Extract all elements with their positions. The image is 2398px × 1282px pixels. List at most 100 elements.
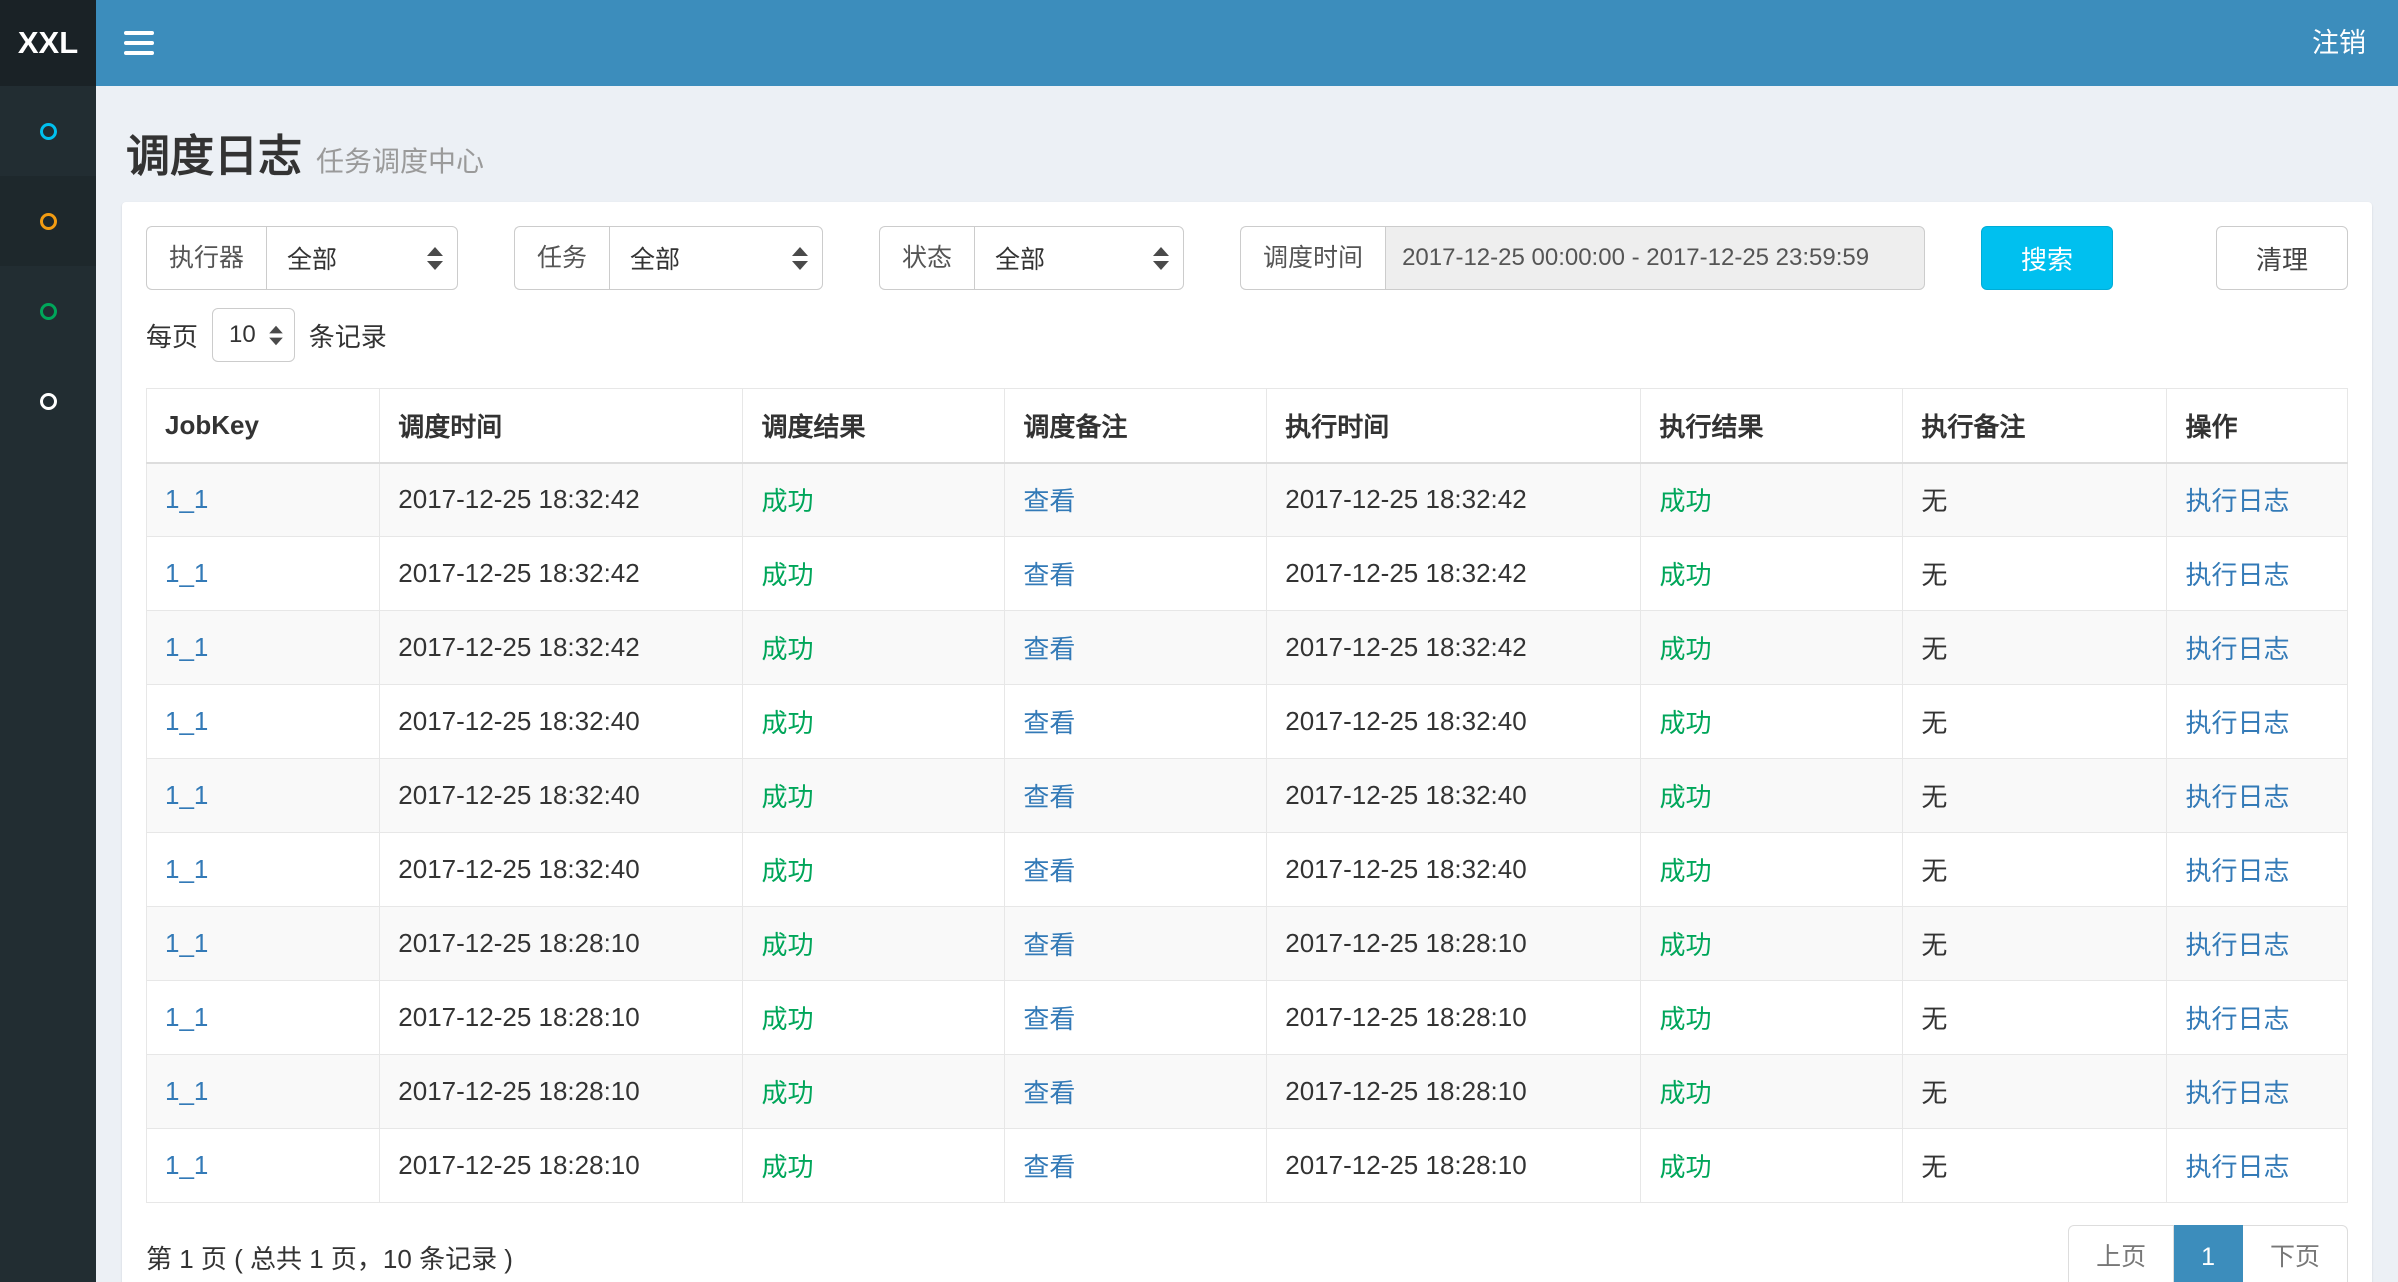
- select-arrows-icon: [1153, 247, 1169, 270]
- column-header: JobKey: [147, 389, 380, 463]
- handle-time-cell: 2017-12-25 18:28:10: [1267, 1129, 1641, 1203]
- sidebar-item-1[interactable]: [0, 86, 96, 176]
- execution-log-link[interactable]: 执行日志: [2185, 1078, 2289, 1108]
- status-filter-label: 状态: [879, 226, 974, 290]
- trigger-time-cell: 2017-12-25 18:32:40: [380, 759, 743, 833]
- trigger-msg-link[interactable]: 查看: [1023, 1004, 1075, 1034]
- job-key-link-cell: 1_1: [147, 1129, 380, 1203]
- job-select[interactable]: 全部: [609, 226, 823, 290]
- select-arrows-icon: [792, 247, 808, 270]
- trigger-time-cell: 2017-12-25 18:28:10: [380, 1055, 743, 1129]
- executor-select[interactable]: 全部: [266, 226, 458, 290]
- execution-log-link[interactable]: 执行日志: [2185, 930, 2289, 960]
- logout-link[interactable]: 注销: [2280, 0, 2398, 86]
- sidebar-item-3[interactable]: [0, 266, 96, 356]
- status-filter: 状态 全部: [879, 226, 1184, 290]
- handle-result-cell: 成功: [1641, 537, 1903, 611]
- sidebar-toggle-button[interactable]: [96, 0, 182, 86]
- job-key-link[interactable]: 1_1: [165, 632, 208, 662]
- trigger-result-cell: 成功: [743, 685, 1005, 759]
- job-key-link-cell: 1_1: [147, 611, 380, 685]
- pagination-page-1-button[interactable]: 1: [2174, 1225, 2243, 1282]
- execution-log-link[interactable]: 执行日志: [2185, 1004, 2289, 1034]
- sidebar-item-4[interactable]: [0, 356, 96, 446]
- trigger-result-cell: 成功: [743, 981, 1005, 1055]
- executor-filter: 执行器 全部: [146, 226, 458, 290]
- job-key-link[interactable]: 1_1: [165, 780, 208, 810]
- trigger-msg-link-cell: 查看: [1005, 759, 1267, 833]
- trigger-msg-link[interactable]: 查看: [1023, 782, 1075, 812]
- trigger-msg-link-cell: 查看: [1005, 611, 1267, 685]
- execution-log-link[interactable]: 执行日志: [2185, 856, 2289, 886]
- trigger-msg-link[interactable]: 查看: [1023, 856, 1075, 886]
- page-title: 调度日志: [126, 120, 302, 184]
- status-select-value: 全部: [995, 240, 1045, 276]
- handle-msg-cell: 无: [1903, 981, 2167, 1055]
- trigger-result-cell: 成功: [743, 1055, 1005, 1129]
- trigger-msg-link[interactable]: 查看: [1023, 634, 1075, 664]
- job-key-link[interactable]: 1_1: [165, 558, 208, 588]
- trigger-time-cell: 2017-12-25 18:32:40: [380, 833, 743, 907]
- handle-result-cell: 成功: [1641, 907, 1903, 981]
- trigger-msg-link[interactable]: 查看: [1023, 1078, 1075, 1108]
- search-button[interactable]: 搜索: [1981, 226, 2113, 290]
- job-key-link-cell: 1_1: [147, 463, 380, 537]
- trigger-msg-link-cell: 查看: [1005, 907, 1267, 981]
- execution-log-link-cell: 执行日志: [2167, 611, 2348, 685]
- execution-log-link[interactable]: 执行日志: [2185, 708, 2289, 738]
- sidebar: [0, 86, 96, 1282]
- job-key-link[interactable]: 1_1: [165, 484, 208, 514]
- job-key-link[interactable]: 1_1: [165, 854, 208, 884]
- trigger-msg-link[interactable]: 查看: [1023, 486, 1075, 516]
- top-navbar: XXL 注销: [0, 0, 2398, 86]
- job-filter: 任务 全部: [514, 226, 823, 290]
- job-key-link[interactable]: 1_1: [165, 706, 208, 736]
- pagination-prev-button[interactable]: 上页: [2068, 1225, 2174, 1282]
- trigger-result-cell: 成功: [743, 463, 1005, 537]
- trigger-msg-link[interactable]: 查看: [1023, 1152, 1075, 1182]
- handle-result-cell: 成功: [1641, 1129, 1903, 1203]
- column-header: 调度结果: [743, 389, 1005, 463]
- execution-log-link[interactable]: 执行日志: [2185, 560, 2289, 590]
- trigger-msg-link[interactable]: 查看: [1023, 708, 1075, 738]
- column-header: 执行结果: [1641, 389, 1903, 463]
- brand-logo[interactable]: XXL: [0, 0, 96, 86]
- job-key-link-cell: 1_1: [147, 833, 380, 907]
- trigger-msg-link[interactable]: 查看: [1023, 930, 1075, 960]
- execution-log-link[interactable]: 执行日志: [2185, 634, 2289, 664]
- circle-outline-icon: [40, 123, 57, 140]
- execution-log-link-cell: 执行日志: [2167, 685, 2348, 759]
- job-key-link[interactable]: 1_1: [165, 1002, 208, 1032]
- column-header: 调度备注: [1005, 389, 1267, 463]
- page-size-select[interactable]: 10: [212, 308, 295, 362]
- pagination-next-button[interactable]: 下页: [2243, 1225, 2348, 1282]
- job-key-link[interactable]: 1_1: [165, 928, 208, 958]
- table-footer: 第 1 页 ( 总共 1 页，10 条记录 ) 上页 1 下页: [146, 1225, 2348, 1282]
- trigger-msg-link[interactable]: 查看: [1023, 560, 1075, 590]
- table-row: 1_12017-12-25 18:28:10成功查看2017-12-25 18:…: [147, 907, 2348, 981]
- table-row: 1_12017-12-25 18:32:40成功查看2017-12-25 18:…: [147, 759, 2348, 833]
- trigger-time-cell: 2017-12-25 18:32:42: [380, 537, 743, 611]
- handle-msg-cell: 无: [1903, 907, 2167, 981]
- trigger-result-cell: 成功: [743, 907, 1005, 981]
- handle-result-cell: 成功: [1641, 833, 1903, 907]
- trigger-msg-link-cell: 查看: [1005, 833, 1267, 907]
- status-select[interactable]: 全部: [974, 226, 1184, 290]
- execution-log-link[interactable]: 执行日志: [2185, 486, 2289, 516]
- job-key-link-cell: 1_1: [147, 1055, 380, 1129]
- table-row: 1_12017-12-25 18:32:42成功查看2017-12-25 18:…: [147, 611, 2348, 685]
- page-subtitle: 任务调度中心: [316, 140, 484, 180]
- execution-log-link[interactable]: 执行日志: [2185, 782, 2289, 812]
- job-key-link[interactable]: 1_1: [165, 1076, 208, 1106]
- select-arrows-icon: [427, 247, 443, 270]
- sidebar-item-2[interactable]: [0, 176, 96, 266]
- clear-button[interactable]: 清理: [2216, 226, 2348, 290]
- execution-log-link[interactable]: 执行日志: [2185, 1152, 2289, 1182]
- execution-log-link-cell: 执行日志: [2167, 981, 2348, 1055]
- handle-result-cell: 成功: [1641, 1055, 1903, 1129]
- handle-time-cell: 2017-12-25 18:32:42: [1267, 537, 1641, 611]
- trigger-time-range-input[interactable]: [1385, 226, 1925, 290]
- log-table: JobKey调度时间调度结果调度备注执行时间执行结果执行备注操作 1_12017…: [146, 388, 2348, 1203]
- job-key-link[interactable]: 1_1: [165, 1150, 208, 1180]
- page-size-control: 每页 10 条记录: [146, 308, 2348, 362]
